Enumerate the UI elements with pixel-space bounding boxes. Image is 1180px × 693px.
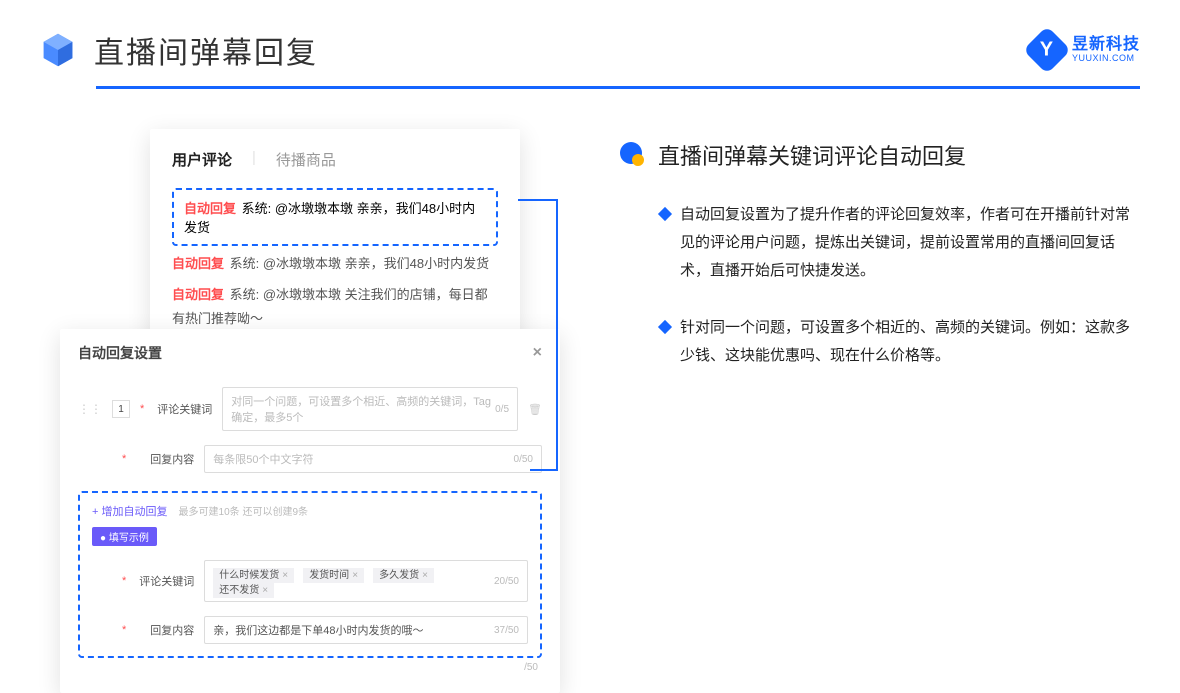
example-highlight-box: + 增加自动回复 最多可建10条 还可以创建9条 ● 填写示例 * 评论关键词 … (78, 491, 542, 658)
bullet-item: 自动回复设置为了提升作者的评论回复效率，作者可在开播前针对常见的评论用户问题，提… (620, 201, 1140, 284)
reply-field-row: * 回复内容 每条限50个中文字符 0/50 (78, 445, 542, 473)
keyword-field-row: ⋮⋮ 1 * 评论关键词 对同一个问题，可设置多个相近、高频的关键词，Tag确定… (78, 387, 542, 431)
field-label: 评论关键词 (154, 401, 212, 417)
cube-logo-icon (40, 32, 76, 68)
settings-dialog: 自动回复设置 × ⋮⋮ 1 * 评论关键词 对同一个问题，可设置多个相近、高频的… (60, 329, 560, 693)
trash-icon[interactable]: 🗑 (528, 403, 542, 416)
add-hint: 最多可建10条 还可以创建9条 (179, 507, 308, 518)
highlighted-comment: 自动回复 系统: @冰墩墩本墩 亲亲，我们48小时内发货 (172, 188, 498, 246)
keyword-input[interactable]: 对同一个问题，可设置多个相近、高频的关键词，Tag确定，最多5个 0/5 (222, 387, 518, 431)
reply-input[interactable]: 每条限50个中文字符 0/50 (204, 445, 542, 473)
comment-row: 自动回复 系统: @冰墩墩本墩 亲亲，我们48小时内发货 (172, 252, 498, 277)
tab-user-comments[interactable]: 用户评论 (172, 149, 232, 170)
add-auto-reply-link[interactable]: + 增加自动回复 (92, 506, 167, 518)
tag-chip[interactable]: 发货时间 (303, 568, 364, 583)
auto-reply-badge: 自动回复 (172, 287, 224, 302)
drag-handle-icon[interactable]: ⋮⋮ (78, 402, 102, 416)
brand-block: Y 昱新科技 YUUXIN.COM (1030, 33, 1140, 67)
diamond-icon (658, 320, 672, 334)
section-bullet-icon (620, 142, 646, 168)
close-icon[interactable]: × (533, 344, 542, 362)
connector-line (556, 199, 558, 469)
section-title: 直播间弹幕关键词评论自动回复 (658, 139, 966, 171)
connector-line (518, 199, 558, 201)
section-header: 直播间弹幕关键词评论自动回复 (620, 139, 1140, 171)
brand-name-cn: 昱新科技 (1072, 36, 1140, 54)
auto-reply-badge: 自动回复 (172, 256, 224, 271)
connector-line (530, 469, 558, 471)
tag-chip[interactable]: 还不发货 (213, 583, 274, 598)
brand-name-en: YUUXIN.COM (1072, 54, 1140, 64)
brand-logo-icon: Y (1023, 26, 1071, 74)
bullet-item: 针对同一个问题，可设置多个相近的、高频的关键词。例如：这款多少钱、这块能优惠吗、… (620, 314, 1140, 370)
right-content: 直播间弹幕关键词评论自动回复 自动回复设置为了提升作者的评论回复效率，作者可在开… (620, 129, 1140, 619)
example-reply-input[interactable]: 亲，我们这边都是下单48小时内发货的哦～ 37/50 (204, 616, 528, 644)
example-tags-input[interactable]: 什么时候发货 发货时间 多久发货 还不发货 20/50 (204, 560, 528, 602)
index-box: 1 (112, 400, 130, 418)
field-label: 回复内容 (136, 622, 194, 638)
comments-panel: 用户评论 | 待播商品 自动回复 系统: @冰墩墩本墩 亲亲，我们48小时内发货… (150, 129, 520, 352)
diamond-icon (658, 207, 672, 221)
tab-pending-goods[interactable]: 待播商品 (276, 149, 336, 170)
tag-chip[interactable]: 什么时候发货 (213, 568, 294, 583)
auto-reply-badge: 自动回复 (184, 201, 236, 216)
outer-counter: /50 (78, 658, 542, 673)
tabs-row: 用户评论 | 待播商品 (172, 149, 498, 170)
example-badge: ● 填写示例 (92, 527, 157, 546)
comment-row: 自动回复 系统: @冰墩墩本墩 关注我们的店铺，每日都有热门推荐呦～ (172, 283, 498, 332)
field-label: 评论关键词 (136, 573, 194, 589)
tag-chip[interactable]: 多久发货 (373, 568, 434, 583)
field-label: 回复内容 (136, 451, 194, 467)
page-header: 直播间弹幕回复 Y 昱新科技 YUUXIN.COM (0, 0, 1180, 86)
dialog-title: 自动回复设置 (78, 343, 162, 363)
screenshot-stack: 用户评论 | 待播商品 自动回复 系统: @冰墩墩本墩 亲亲，我们48小时内发货… (60, 129, 580, 619)
page-title: 直播间弹幕回复 (94, 28, 318, 72)
